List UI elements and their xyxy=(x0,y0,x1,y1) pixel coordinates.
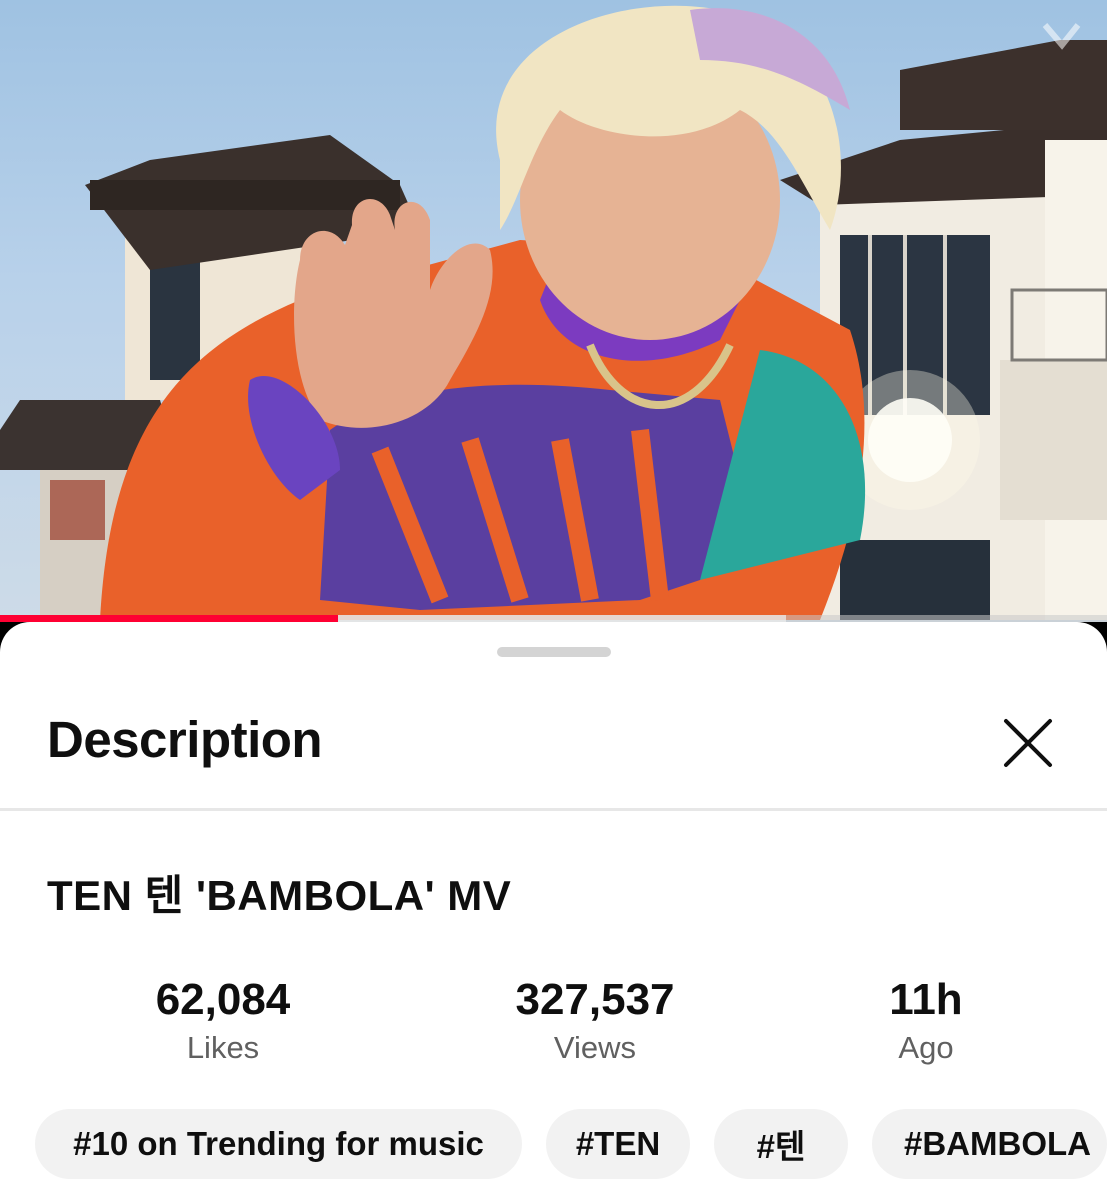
hashtag-chip-ten[interactable]: #TEN xyxy=(546,1109,690,1179)
stat-uploaded: 11h Ago xyxy=(796,974,1056,1070)
hashtag-chip-bambola[interactable]: #BAMBOLA xyxy=(872,1109,1107,1179)
close-button[interactable] xyxy=(995,710,1061,776)
video-progress-fill xyxy=(0,615,338,622)
stat-likes: 62,084 Likes xyxy=(93,974,353,1070)
views-label: Views xyxy=(553,1030,637,1065)
likes-label: Likes xyxy=(186,1030,260,1065)
stat-views: 327,537 Views xyxy=(465,974,725,1070)
header-divider xyxy=(0,808,1107,811)
views-count: 327,537 xyxy=(515,975,675,1024)
upload-age-label: Ago xyxy=(898,1030,954,1065)
trending-chip[interactable]: #10 on Trending for music xyxy=(35,1109,522,1179)
video-player[interactable] xyxy=(0,0,1107,622)
drag-handle[interactable] xyxy=(497,647,611,657)
video-title: TEN 텐 'BAMBOLA' MV xyxy=(47,872,512,919)
video-frame xyxy=(0,5,1107,620)
sheet-title: Description xyxy=(47,711,323,768)
description-sheet: Description TEN 텐 'BAMBOLA' MV 62,084 Li… xyxy=(0,622,1107,1200)
upload-age: 11h xyxy=(889,975,963,1024)
likes-count: 62,084 xyxy=(155,975,291,1024)
video-progress-bar[interactable] xyxy=(0,615,1107,622)
hashtag-chip-ten-korean[interactable]: #텐 xyxy=(714,1109,848,1179)
close-icon xyxy=(1004,719,1052,767)
